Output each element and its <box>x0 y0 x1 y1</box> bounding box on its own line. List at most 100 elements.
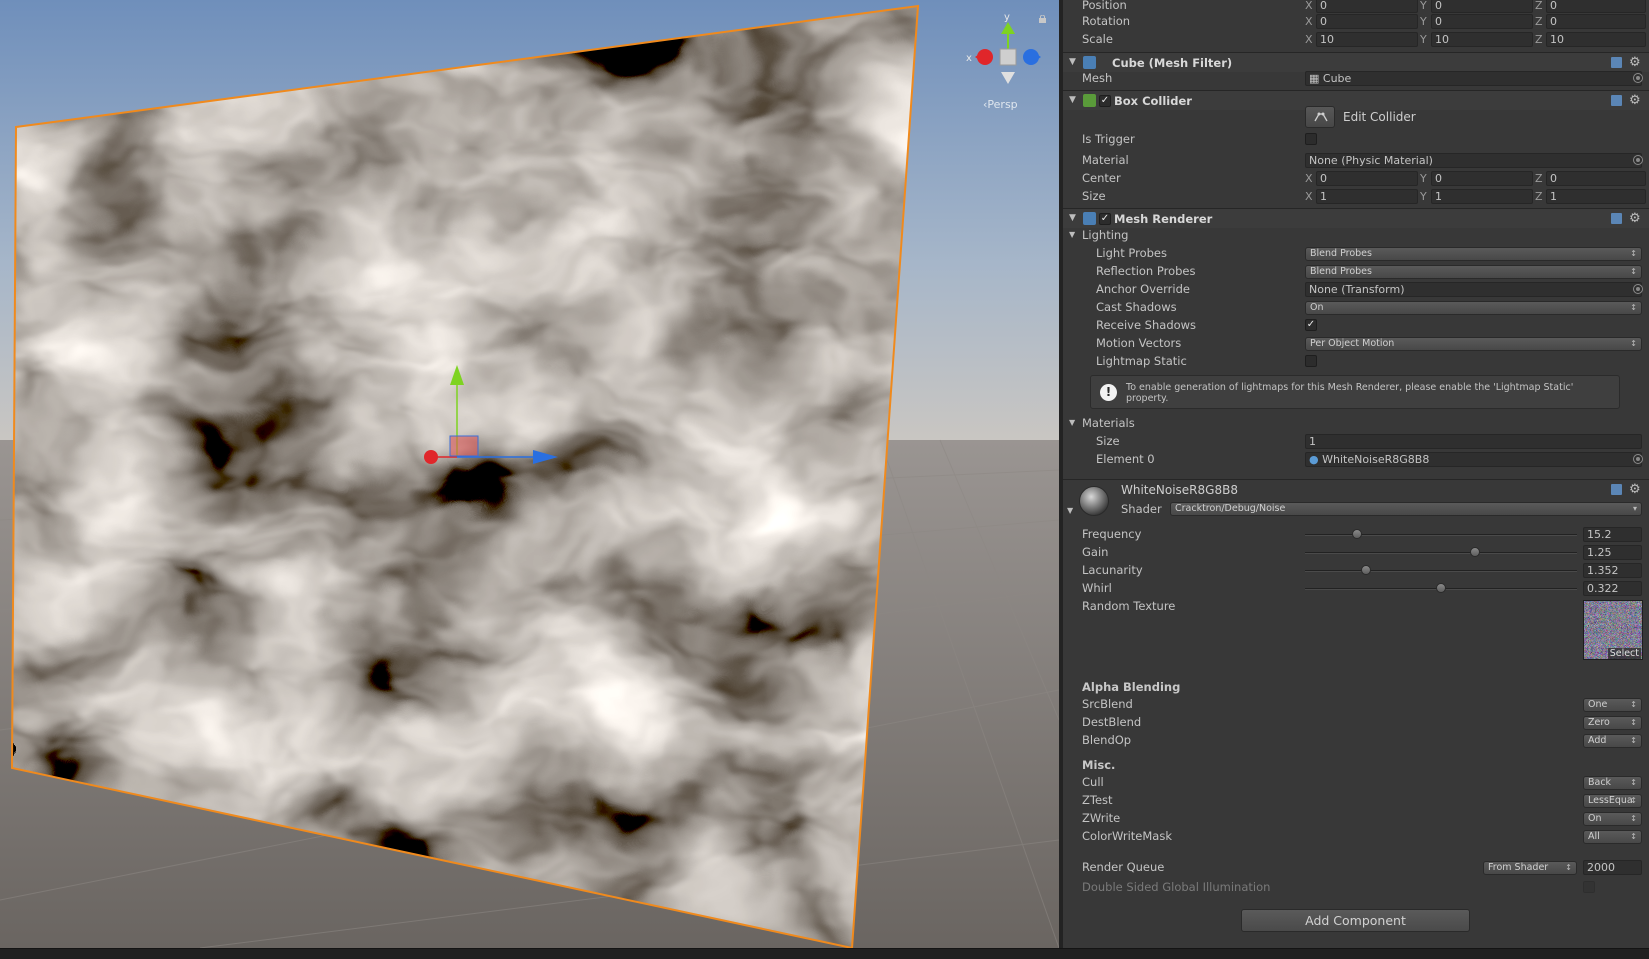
physic-material-field[interactable]: None (Physic Material) <box>1305 153 1642 168</box>
edit-collider-button[interactable] <box>1305 106 1335 128</box>
render-queue-mode-dropdown[interactable]: From Shader ↕ <box>1483 861 1577 875</box>
anchor-override-field[interactable]: None (Transform) <box>1305 282 1642 297</box>
gear-icon[interactable]: ⚙ <box>1629 211 1641 226</box>
materials-size-field[interactable]: 1 <box>1305 434 1642 449</box>
src-blend-dropdown[interactable]: One ↕ <box>1583 698 1642 712</box>
gizmo-x-label: x <box>966 53 972 64</box>
lacunarity-row: Lacunarity 1.352 <box>1063 562 1649 579</box>
render-queue-field[interactable]: 2000 <box>1583 860 1642 875</box>
frequency-slider-thumb[interactable] <box>1351 529 1362 539</box>
box-collider-enabled-checkbox[interactable]: ✓ <box>1099 95 1111 107</box>
renderer-icon <box>1083 212 1096 225</box>
material-preview-icon <box>1079 486 1109 516</box>
materials-section[interactable]: ▼ Materials <box>1063 415 1649 432</box>
motion-vectors-dropdown[interactable]: Per Object Motion ↕ <box>1305 337 1642 351</box>
gear-icon[interactable]: ⚙ <box>1629 55 1641 70</box>
render-queue-label: Render Queue <box>1082 860 1165 874</box>
cast-shadows-row: Cast Shadows On ↕ <box>1063 299 1649 316</box>
receive-shadows-checkbox[interactable]: ✓ <box>1305 319 1317 331</box>
projection-label[interactable]: ‹Persp <box>983 98 1018 111</box>
fold-arrow-icon[interactable]: ▼ <box>1069 95 1076 105</box>
is-trigger-row: Is Trigger <box>1063 131 1649 148</box>
frequency-field[interactable]: 15.2 <box>1583 527 1642 542</box>
mesh-field[interactable]: ▦ Cube <box>1305 71 1642 86</box>
lightmap-static-checkbox[interactable] <box>1305 355 1317 367</box>
mesh-label: Mesh <box>1082 71 1113 85</box>
fold-arrow-icon[interactable]: ▼ <box>1069 213 1076 223</box>
zwrite-dropdown[interactable]: On ↕ <box>1583 812 1642 826</box>
whirl-label: Whirl <box>1082 581 1112 595</box>
src-blend-label: SrcBlend <box>1082 697 1133 711</box>
gain-row: Gain 1.25 <box>1063 544 1649 561</box>
mesh-filter-title: Cube (Mesh Filter) <box>1112 56 1233 70</box>
lightmap-static-label: Lightmap Static <box>1096 354 1187 368</box>
edit-collider-icon <box>1314 112 1328 122</box>
lacunarity-slider-track[interactable] <box>1305 570 1577 572</box>
gain-field[interactable]: 1.25 <box>1583 545 1642 560</box>
ztest-dropdown[interactable]: LessEqua ↕ <box>1583 794 1642 808</box>
book-icon[interactable] <box>1611 213 1622 224</box>
frequency-slider-track[interactable] <box>1305 534 1577 536</box>
random-texture-slot[interactable]: Select <box>1583 600 1643 660</box>
object-picker-icon[interactable] <box>1633 155 1643 165</box>
object-picker-icon[interactable] <box>1633 454 1643 464</box>
dest-blend-dropdown[interactable]: Zero ↕ <box>1583 716 1642 730</box>
gain-slider-track[interactable] <box>1305 552 1577 554</box>
cull-dropdown[interactable]: Back ↕ <box>1583 776 1642 790</box>
ztest-row: ZTest LessEqua ↕ <box>1063 792 1649 809</box>
zwrite-row: ZWrite On ↕ <box>1063 810 1649 827</box>
gear-icon[interactable]: ⚙ <box>1629 482 1641 497</box>
object-picker-icon[interactable] <box>1633 284 1643 294</box>
gain-slider-thumb[interactable] <box>1470 547 1480 557</box>
motion-vectors-label: Motion Vectors <box>1096 336 1182 350</box>
color-write-mask-dropdown[interactable]: All ↕ <box>1583 830 1642 844</box>
double-sided-gi-row: Double Sided Global Illumination <box>1063 879 1649 896</box>
box-collider-header[interactable]: ▼ ✓ Box Collider ⚙ <box>1063 90 1649 110</box>
grid-icon <box>1083 56 1096 69</box>
lacunarity-field[interactable]: 1.352 <box>1583 563 1642 578</box>
lacunarity-slider-thumb[interactable] <box>1361 565 1372 575</box>
book-icon[interactable] <box>1611 95 1622 106</box>
is-trigger-checkbox[interactable] <box>1305 133 1317 145</box>
scale-label: Scale <box>1082 32 1113 46</box>
material-header[interactable]: WhiteNoiseR8G8B8 Shader Cracktron/Debug/… <box>1063 479 1649 519</box>
blend-op-label: BlendOp <box>1082 733 1132 747</box>
object-picker-icon[interactable] <box>1633 73 1643 83</box>
book-icon[interactable] <box>1611 484 1622 495</box>
book-icon[interactable] <box>1611 57 1622 68</box>
blend-op-dropdown[interactable]: Add ↕ <box>1583 734 1642 748</box>
lighting-section[interactable]: ▼ Lighting <box>1063 227 1649 244</box>
fold-arrow-icon[interactable]: ▼ <box>1069 230 1075 239</box>
whirl-slider-thumb[interactable] <box>1436 583 1446 593</box>
green-cube-icon <box>1083 94 1096 107</box>
light-probes-dropdown[interactable]: Blend Probes ↕ <box>1305 247 1642 261</box>
scene-canvas[interactable]: y x <box>0 0 1059 948</box>
whirl-row: Whirl 0.322 <box>1063 580 1649 597</box>
lightmap-help-box: ! To enable generation of lightmaps for … <box>1090 375 1620 409</box>
receive-shadows-row: Receive Shadows ✓ <box>1063 317 1649 334</box>
shader-dropdown[interactable]: Cracktron/Debug/Noise ▾ <box>1170 502 1642 516</box>
receive-shadows-label: Receive Shadows <box>1096 318 1197 332</box>
add-component-button[interactable]: Add Component <box>1241 909 1470 932</box>
gear-icon[interactable]: ⚙ <box>1629 93 1641 108</box>
element0-field[interactable]: ● WhiteNoiseR8G8B8 <box>1305 452 1642 467</box>
reflection-probes-label: Reflection Probes <box>1096 264 1196 278</box>
motion-vectors-row: Motion Vectors Per Object Motion ↕ <box>1063 335 1649 352</box>
texture-select-button[interactable]: Select <box>1607 648 1641 659</box>
scene-view[interactable]: y x ‹Persp <box>0 0 1059 948</box>
mesh-renderer-enabled-checkbox[interactable]: ✓ <box>1099 213 1111 225</box>
whirl-field[interactable]: 0.322 <box>1583 581 1642 596</box>
mesh-renderer-header[interactable]: ▼ ✓ Mesh Renderer ⚙ <box>1063 208 1649 228</box>
fold-arrow-icon[interactable]: ▼ <box>1069 418 1075 427</box>
mesh-filter-header[interactable]: ▼ Cube (Mesh Filter) ⚙ <box>1063 52 1649 72</box>
double-sided-gi-checkbox[interactable] <box>1583 881 1595 893</box>
element0-row: Element 0 ● WhiteNoiseR8G8B8 <box>1063 451 1649 468</box>
fold-arrow-icon[interactable]: ▼ <box>1067 506 1073 515</box>
lock-icon[interactable] <box>1038 15 1047 23</box>
cast-shadows-dropdown[interactable]: On ↕ <box>1305 301 1642 315</box>
materials-section-title: Materials <box>1082 416 1135 430</box>
random-texture-label: Random Texture <box>1082 599 1176 613</box>
reflection-probes-dropdown[interactable]: Blend Probes ↕ <box>1305 265 1642 279</box>
size-row: Size X1 Y1 Z1 <box>1063 188 1649 205</box>
fold-arrow-icon[interactable]: ▼ <box>1069 57 1076 67</box>
